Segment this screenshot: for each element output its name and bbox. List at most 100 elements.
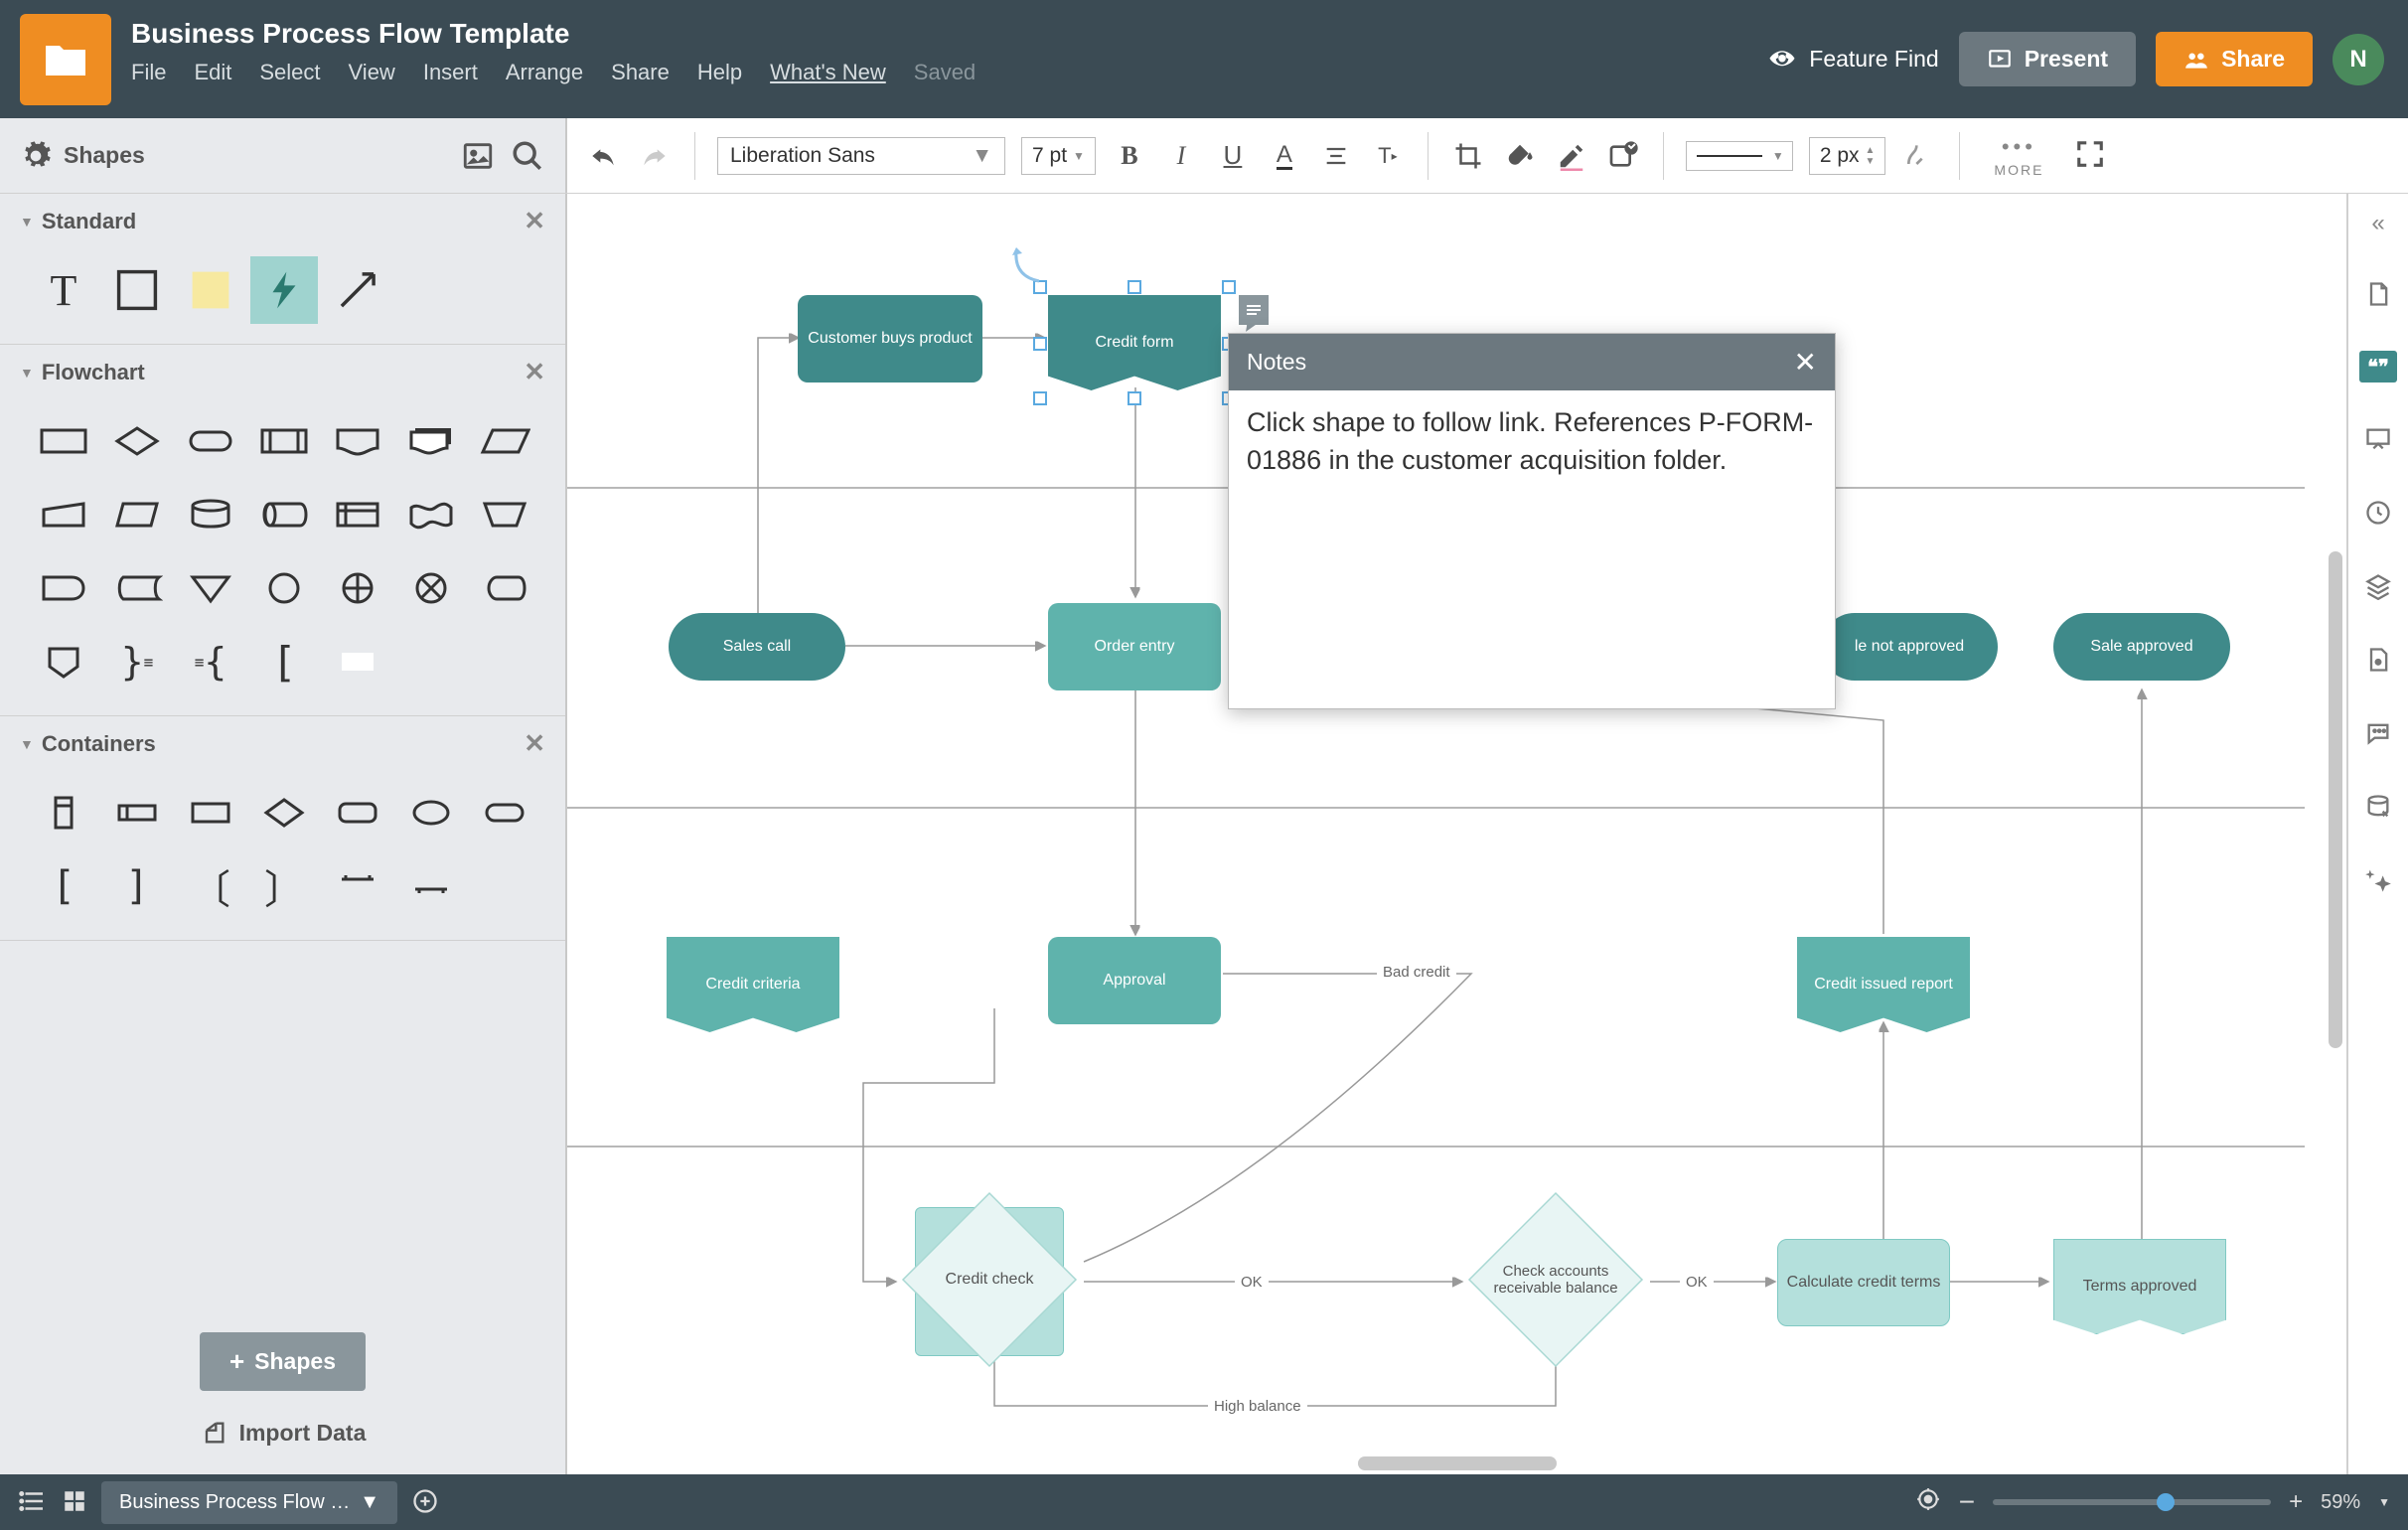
import-data-button[interactable]: Import Data xyxy=(200,1419,367,1454)
flowchart-section-header[interactable]: ▼ Flowchart ✕ xyxy=(0,345,565,399)
fc-manualinput-shape[interactable] xyxy=(30,481,97,548)
menu-share[interactable]: Share xyxy=(611,60,670,85)
fc-process-shape[interactable] xyxy=(30,407,97,475)
fc-bracket-shape[interactable]: [ xyxy=(250,628,318,695)
document-icon[interactable] xyxy=(20,14,111,105)
add-shapes-button[interactable]: + Shapes xyxy=(200,1332,366,1391)
fc-papertape-shape[interactable] xyxy=(397,481,465,548)
containers-section-header[interactable]: ▼ Containers ✕ xyxy=(0,716,565,771)
line-routing-icon[interactable] xyxy=(1901,138,1937,174)
fc-or-shape[interactable] xyxy=(324,554,391,622)
node-calculate-credit[interactable]: Calculate credit terms xyxy=(1777,1239,1950,1326)
std-rect-shape[interactable] xyxy=(103,256,171,324)
fc-braceleft-shape[interactable]: ≡{ xyxy=(177,628,244,695)
fill-icon[interactable] xyxy=(1502,138,1538,174)
line-width-select[interactable]: 2 px ▲▼ xyxy=(1809,137,1886,175)
crop-icon[interactable] xyxy=(1450,138,1486,174)
search-icon[interactable] xyxy=(510,138,545,174)
italic-icon[interactable]: I xyxy=(1163,138,1199,174)
fc-terminator-shape[interactable] xyxy=(177,407,244,475)
fc-braceright-shape[interactable]: }≡ xyxy=(103,628,171,695)
std-action-shape[interactable] xyxy=(250,256,318,324)
fc-predefined-shape[interactable] xyxy=(250,407,318,475)
fc-directdata-shape[interactable] xyxy=(250,481,318,548)
standard-section-header[interactable]: ▼ Standard ✕ xyxy=(0,194,565,248)
node-approval[interactable]: Approval xyxy=(1048,937,1221,1024)
user-avatar[interactable]: N xyxy=(2333,34,2384,85)
text-options-icon[interactable]: T▸ xyxy=(1370,138,1406,174)
close-flowchart-icon[interactable]: ✕ xyxy=(524,357,545,387)
cn-rect-shape[interactable] xyxy=(177,779,244,846)
redo-icon[interactable] xyxy=(637,138,673,174)
horizontal-scrollbar[interactable] xyxy=(1358,1456,1557,1470)
vertical-scrollbar[interactable] xyxy=(2329,551,2342,1048)
std-note-shape[interactable] xyxy=(177,256,244,324)
fc-blank-shape[interactable] xyxy=(324,628,391,695)
add-page-icon[interactable] xyxy=(411,1487,439,1518)
canvas[interactable]: Customer buys product Credit form Sales … xyxy=(567,194,2346,1474)
menu-select[interactable]: Select xyxy=(259,60,320,85)
close-notes-icon[interactable]: ✕ xyxy=(1794,346,1817,379)
fc-sumjunction-shape[interactable] xyxy=(397,554,465,622)
master-page-icon[interactable] xyxy=(2361,643,2395,677)
fc-internalstorage-shape[interactable] xyxy=(324,481,391,548)
fc-merge-shape[interactable] xyxy=(177,554,244,622)
grid-view-icon[interactable] xyxy=(62,1488,87,1517)
node-sale-not-approved[interactable]: le not approved xyxy=(1821,613,1998,681)
border-color-icon[interactable] xyxy=(1554,138,1589,174)
std-text-shape[interactable]: T xyxy=(30,256,97,324)
fc-decision-shape[interactable] xyxy=(103,407,171,475)
menu-arrange[interactable]: Arrange xyxy=(506,60,583,85)
cn-rbrace-shape[interactable]: ] xyxy=(103,852,171,920)
outline-view-icon[interactable] xyxy=(18,1486,48,1519)
menu-help[interactable]: Help xyxy=(697,60,742,85)
target-icon[interactable] xyxy=(1915,1486,1941,1518)
feature-find-button[interactable]: Feature Find xyxy=(1767,45,1938,75)
presentation-icon[interactable] xyxy=(2361,422,2395,456)
zoom-in-icon[interactable]: + xyxy=(2289,1488,2303,1516)
node-sale-approved[interactable]: Sale approved xyxy=(2053,613,2230,681)
close-containers-icon[interactable]: ✕ xyxy=(524,728,545,759)
note-indicator-icon[interactable] xyxy=(1239,295,1269,325)
font-size-select[interactable]: 7 pt ▼ xyxy=(1021,137,1096,175)
close-standard-icon[interactable]: ✕ xyxy=(524,206,545,236)
menu-whats-new[interactable]: What's New xyxy=(770,60,886,85)
data-link-icon[interactable] xyxy=(2361,790,2395,824)
fc-manualop-shape[interactable] xyxy=(471,481,538,548)
shape-options-icon[interactable] xyxy=(1605,138,1641,174)
bold-icon[interactable]: B xyxy=(1112,138,1147,174)
image-icon[interactable] xyxy=(460,138,496,174)
shapes-panel-toggle[interactable]: Shapes xyxy=(20,140,460,172)
menu-view[interactable]: View xyxy=(349,60,395,85)
page-tab[interactable]: Business Process Flow … ▼ xyxy=(101,1481,397,1524)
font-family-select[interactable]: Liberation Sans ▼ xyxy=(717,137,1005,175)
zoom-value[interactable]: 59% xyxy=(2321,1491,2360,1514)
fc-data-shape[interactable] xyxy=(471,407,538,475)
cn-diamond-shape[interactable] xyxy=(250,779,318,846)
menu-insert[interactable]: Insert xyxy=(423,60,478,85)
share-button[interactable]: Share xyxy=(2156,32,2313,86)
present-button[interactable]: Present xyxy=(1959,32,2136,86)
magic-icon[interactable] xyxy=(2361,863,2395,897)
zoom-slider[interactable] xyxy=(1993,1499,2271,1505)
underline-icon[interactable]: U xyxy=(1215,138,1251,174)
cn-swimlane-v-shape[interactable] xyxy=(30,779,97,846)
collapse-rail-icon[interactable]: « xyxy=(2371,210,2384,237)
fc-storeddata-shape[interactable] xyxy=(103,554,171,622)
menu-file[interactable]: File xyxy=(131,60,166,85)
fc-display-shape[interactable] xyxy=(471,554,538,622)
cn-lbrace-shape[interactable]: [ xyxy=(30,852,97,920)
comment-bubble-icon[interactable]: ❝❞ xyxy=(2359,351,2397,382)
chevron-down-icon[interactable]: ▼ xyxy=(2378,1495,2390,1509)
document-title[interactable]: Business Process Flow Template xyxy=(131,18,976,50)
fc-connector-shape[interactable] xyxy=(250,554,318,622)
node-check-accounts[interactable]: Check accounts receivable balance xyxy=(1463,1187,1648,1372)
fc-database-shape[interactable] xyxy=(177,481,244,548)
menu-edit[interactable]: Edit xyxy=(194,60,231,85)
node-terms-approved[interactable]: Terms approved xyxy=(2053,1239,2226,1334)
clock-icon[interactable] xyxy=(2361,496,2395,530)
cn-swimlane-h-shape[interactable] xyxy=(103,779,171,846)
page-icon[interactable] xyxy=(2361,277,2395,311)
chat-icon[interactable] xyxy=(2361,716,2395,750)
fc-offpage-shape[interactable] xyxy=(30,628,97,695)
